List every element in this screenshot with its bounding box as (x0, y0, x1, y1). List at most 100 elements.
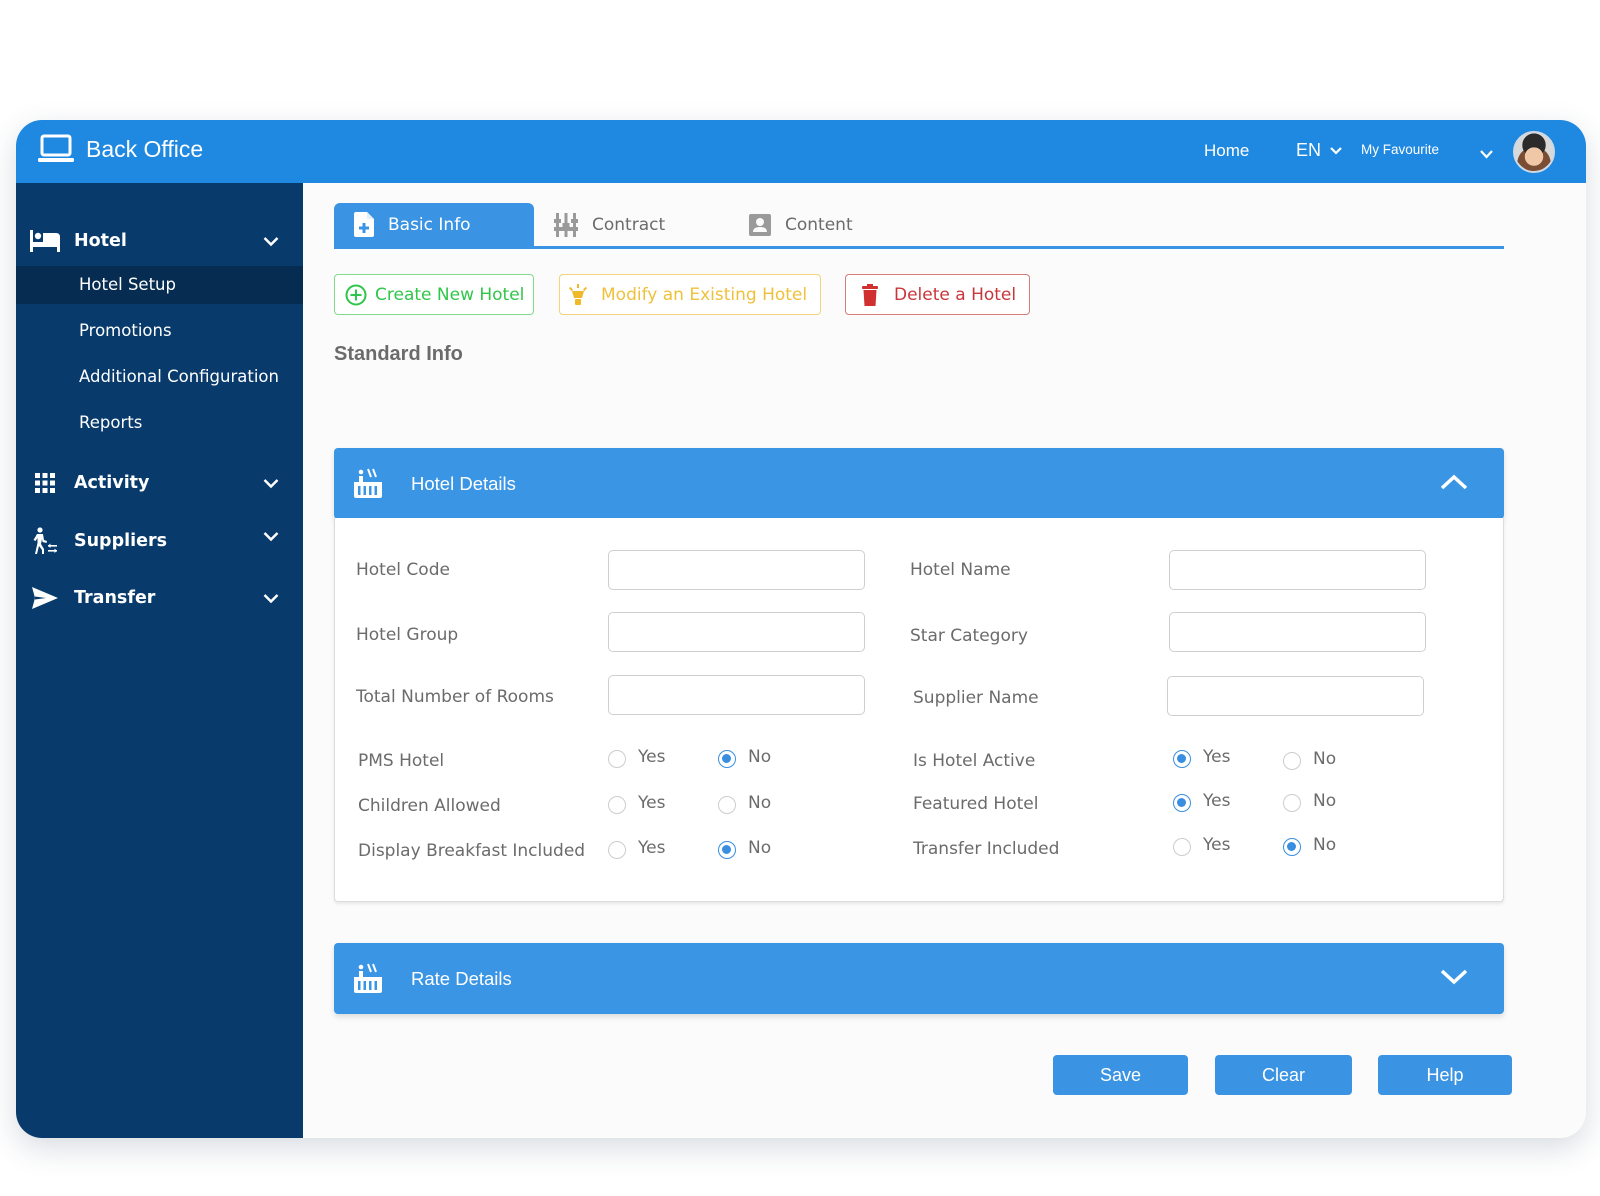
pms-hotel-no-radio[interactable]: No (718, 747, 772, 768)
app-window: Back Office Home EN My Favourite Hotel H… (16, 120, 1586, 1138)
display-breakfast-yes-radio[interactable]: Yes (608, 838, 665, 859)
section-title: Standard Info (334, 343, 463, 365)
sidebar-group-label: Transfer (74, 588, 156, 608)
is-hotel-active-label: Is Hotel Active (913, 751, 1036, 771)
language-value: EN (1296, 140, 1322, 160)
radio-circle (608, 841, 626, 859)
radio-circle (718, 841, 736, 859)
is-hotel-active-no-radio[interactable]: No (1283, 749, 1336, 770)
trash-icon (862, 283, 878, 306)
radio-label: Yes (638, 747, 666, 767)
grid-icon (29, 469, 61, 497)
star-category-input[interactable] (1169, 612, 1426, 652)
radio-label: Yes (1203, 835, 1231, 855)
sidebar-item-additional-configuration[interactable]: Additional Configuration (16, 358, 303, 396)
tab-content[interactable]: Content (749, 203, 853, 246)
help-button[interactable]: Help (1378, 1055, 1512, 1095)
sliders-icon (554, 212, 578, 237)
children-allowed-yes-radio[interactable]: Yes (608, 793, 666, 814)
transfer-included-no-radio[interactable]: No (1283, 835, 1336, 856)
radio-circle (1283, 838, 1301, 856)
transfer-included-yes-radio[interactable]: Yes (1173, 835, 1231, 856)
radio-circle (1173, 838, 1191, 856)
radio-label: Yes (1203, 747, 1231, 767)
sidebar-item-promotions[interactable]: Promotions (16, 312, 303, 350)
radio-circle (608, 796, 626, 814)
sidebar-group-label: Hotel (74, 231, 127, 251)
chevron-up-icon[interactable] (1440, 474, 1468, 494)
create-new-hotel-button[interactable]: Create New Hotel (334, 274, 534, 315)
nav-home-link[interactable]: Home (1204, 141, 1249, 161)
hotel-building-icon (352, 963, 384, 999)
sidebar-item-reports[interactable]: Reports (16, 404, 303, 442)
hotel-code-label: Hotel Code (356, 560, 450, 580)
chevron-down-icon (263, 232, 279, 251)
favourite-dropdown-chevron-icon[interactable] (1480, 144, 1493, 163)
delete-label: Delete a Hotel (894, 284, 1017, 305)
supplier-name-label: Supplier Name (913, 688, 1039, 708)
chevron-down-icon (263, 474, 279, 493)
hotel-group-input[interactable] (608, 612, 865, 652)
delete-hotel-button[interactable]: Delete a Hotel (845, 274, 1030, 315)
main-content: Basic Info Contract Content Create New H… (303, 183, 1586, 1138)
modify-label: Modify an Existing Hotel (601, 284, 808, 305)
top-bar: Back Office Home EN My Favourite (16, 120, 1586, 183)
lightbulb-icon (569, 283, 587, 306)
hotel-name-label: Hotel Name (910, 560, 1011, 580)
brand[interactable]: Back Office (38, 134, 203, 164)
file-plus-icon (354, 212, 374, 237)
radio-circle (1173, 750, 1191, 768)
transfer-included-label: Transfer Included (913, 839, 1060, 859)
featured-hotel-no-radio[interactable]: No (1283, 791, 1337, 812)
my-favourite-link[interactable]: My Favourite (1361, 142, 1439, 157)
clear-button[interactable]: Clear (1215, 1055, 1352, 1095)
supplier-name-input[interactable] (1167, 676, 1424, 716)
tab-label: Basic Info (388, 214, 471, 235)
radio-circle (718, 796, 736, 814)
tab-label: Contract (592, 214, 666, 235)
rate-details-panel-header[interactable]: Rate Details (334, 943, 1504, 1014)
sidebar-group-hotel[interactable]: Hotel (16, 219, 303, 263)
display-breakfast-no-radio[interactable]: No (718, 838, 772, 859)
pms-hotel-yes-radio[interactable]: Yes (608, 747, 666, 768)
sidebar-item-hotel-setup[interactable]: Hotel Setup (16, 266, 303, 304)
sidebar-group-activity[interactable]: Activity (16, 461, 303, 505)
sidebar-group-transfer[interactable]: Transfer (16, 576, 303, 620)
sidebar-item-label: Reports (79, 413, 143, 432)
tab-basic-info[interactable]: Basic Info (334, 203, 534, 246)
radio-label: No (748, 747, 772, 767)
person-walking-icon (29, 527, 61, 555)
radio-label: No (1313, 791, 1337, 811)
plus-circle-icon (345, 284, 367, 306)
radio-label: No (748, 838, 772, 858)
panel-title: Hotel Details (411, 472, 516, 494)
laptop-icon (38, 134, 74, 164)
user-avatar[interactable] (1513, 131, 1555, 173)
save-button[interactable]: Save (1053, 1055, 1188, 1095)
modify-existing-hotel-button[interactable]: Modify an Existing Hotel (559, 274, 821, 315)
chevron-down-icon (263, 589, 279, 608)
radio-circle (608, 750, 626, 768)
bed-icon (29, 227, 61, 255)
featured-hotel-yes-radio[interactable]: Yes (1173, 791, 1230, 812)
user-card-icon (749, 213, 771, 236)
radio-label: Yes (638, 793, 666, 813)
tab-label: Content (785, 214, 853, 235)
chevron-down-icon[interactable] (1440, 969, 1468, 989)
tab-contract[interactable]: Contract (554, 203, 665, 246)
chevron-down-icon (263, 527, 279, 546)
hotel-name-input[interactable] (1169, 550, 1426, 590)
app-title: Back Office (86, 135, 204, 162)
total-rooms-input[interactable] (608, 675, 865, 715)
is-hotel-active-yes-radio[interactable]: Yes (1173, 747, 1231, 768)
children-allowed-no-radio[interactable]: No (718, 793, 771, 814)
radio-circle (1283, 752, 1301, 770)
sidebar-item-label: Promotions (79, 321, 172, 340)
featured-hotel-label: Featured Hotel (913, 794, 1039, 814)
hotel-details-panel-header[interactable]: Hotel Details (334, 448, 1504, 519)
tab-bar: Basic Info Contract Content (334, 203, 1504, 249)
sidebar-item-label: Additional Configuration (79, 367, 279, 386)
sidebar-group-suppliers[interactable]: Suppliers (16, 519, 303, 563)
hotel-code-input[interactable] (608, 550, 865, 590)
language-dropdown[interactable]: EN (1296, 140, 1342, 161)
